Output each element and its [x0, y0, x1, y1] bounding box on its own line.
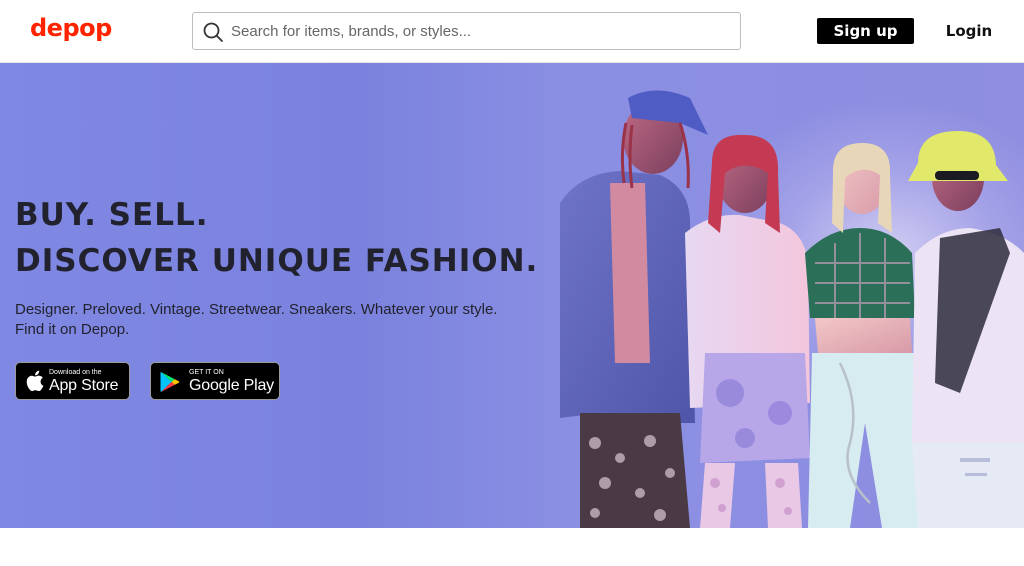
site-header: depop Sign up Login	[0, 0, 1024, 63]
app-store-small-text: Download on the	[49, 369, 102, 376]
app-store-button[interactable]: Download on the App Store	[15, 362, 130, 400]
google-play-icon	[160, 372, 180, 392]
hero-banner: BUY. SELL. DISCOVER UNIQUE FASHION. Desi…	[0, 63, 1024, 528]
depop-logo[interactable]: depop	[30, 14, 112, 42]
search-icon	[203, 22, 223, 42]
app-store-label: App Store	[49, 377, 119, 394]
search-input[interactable]	[231, 13, 731, 49]
hero-headline: BUY. SELL. DISCOVER UNIQUE FASHION.	[15, 192, 538, 284]
search-bar[interactable]	[192, 12, 741, 50]
apple-icon	[26, 370, 44, 392]
headline-line-1: BUY. SELL.	[15, 197, 209, 233]
hero-models-image	[560, 90, 1024, 528]
google-play-button[interactable]: GET IT ON Google Play	[150, 362, 280, 400]
hero-subtext: Designer. Preloved. Vintage. Streetwear.…	[15, 301, 498, 338]
headline-line-2: DISCOVER UNIQUE FASHION.	[15, 243, 539, 279]
login-button[interactable]: Login	[943, 18, 995, 44]
google-play-small-text: GET IT ON	[189, 369, 224, 376]
signup-button[interactable]: Sign up	[817, 18, 914, 44]
google-play-label: Google Play	[189, 377, 274, 394]
